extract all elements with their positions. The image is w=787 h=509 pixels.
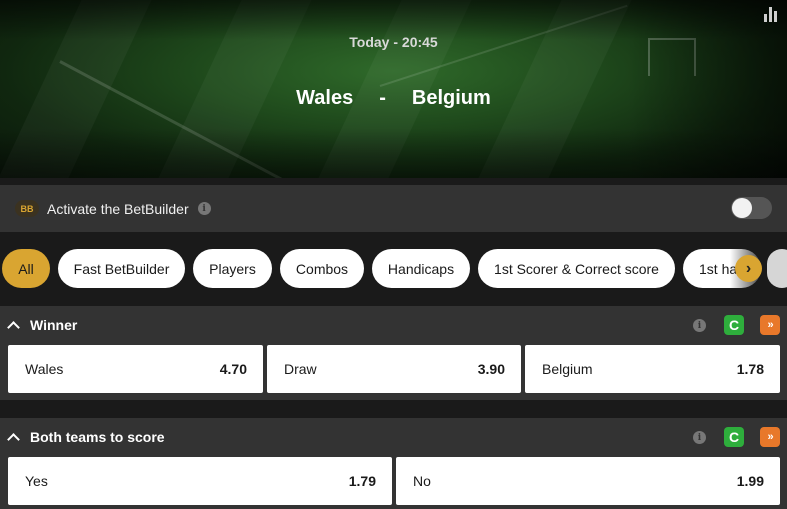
market-winner: Winner i C » Wales 4.70 Draw 3.90 Belgiu…	[0, 306, 787, 400]
odds-button[interactable]: Belgium 1.78	[525, 345, 780, 393]
betbuilder-toggle[interactable]	[731, 197, 772, 219]
market-header[interactable]: Both teams to score i C »	[0, 418, 787, 456]
toggle-knob	[732, 198, 752, 218]
market-filter-bar: All Fast BetBuilder Players Combos Handi…	[0, 240, 787, 298]
cashout-icon: C	[724, 315, 744, 335]
market-title: Both teams to score	[30, 429, 165, 445]
match-hero: Today - 20:45 Wales - Belgium	[0, 0, 787, 178]
match-teams: Wales - Belgium	[0, 87, 787, 110]
odds-button[interactable]: No 1.99	[396, 457, 780, 505]
filter-chip-all[interactable]: All	[2, 249, 50, 288]
filter-chip-fast-betbuilder[interactable]: Fast BetBuilder	[58, 249, 185, 288]
filter-chip-scorer-correct-score[interactable]: 1st Scorer & Correct score	[478, 249, 675, 288]
info-icon[interactable]: i	[197, 202, 211, 215]
match-time: Today - 20:45	[349, 34, 438, 50]
outcome-name: Wales	[25, 361, 64, 377]
filter-chip-players[interactable]: Players	[193, 249, 272, 288]
outcome-name: Draw	[284, 361, 317, 377]
odds-button[interactable]: Yes 1.79	[8, 457, 392, 505]
outcome-odds: 1.99	[736, 473, 764, 489]
market-both-teams-to-score: Both teams to score i C » Yes 1.79 No 1.…	[0, 418, 787, 509]
chevron-up-icon	[7, 433, 20, 446]
outcome-name: Yes	[25, 473, 48, 489]
betbuilder-label: Activate the BetBuilder	[47, 200, 189, 217]
info-icon[interactable]: i	[693, 319, 706, 332]
betbuilder-badge: BB	[15, 200, 39, 217]
odds-button[interactable]: Wales 4.70	[8, 345, 263, 393]
chevron-up-icon	[7, 321, 20, 334]
outcome-name: No	[413, 473, 431, 489]
outcome-odds: 1.78	[736, 361, 764, 377]
outcome-odds: 3.90	[477, 361, 505, 377]
market-header[interactable]: Winner i C »	[0, 306, 787, 344]
odds-button[interactable]: Draw 3.90	[267, 345, 521, 393]
outcome-odds: 4.70	[219, 361, 247, 377]
info-icon[interactable]: i	[693, 431, 706, 444]
boost-icon: »	[760, 427, 780, 447]
statistics-icon[interactable]	[764, 6, 778, 22]
outcome-odds: 1.79	[348, 473, 376, 489]
home-team: Wales	[296, 87, 354, 109]
cashout-icon: C	[724, 427, 744, 447]
market-title: Winner	[30, 317, 78, 333]
filter-chip-combos[interactable]: Combos	[280, 249, 364, 288]
filter-chip-partial[interactable]	[767, 249, 787, 288]
boost-icon: »	[760, 315, 780, 335]
betbuilder-bar: BB Activate the BetBuilder i	[0, 185, 787, 232]
filter-chip-handicaps[interactable]: Handicaps	[372, 249, 470, 288]
scroll-right-icon[interactable]: ›	[735, 255, 762, 282]
away-team: Belgium	[411, 87, 491, 109]
team-separator: -	[379, 87, 386, 109]
outcome-name: Belgium	[542, 361, 593, 377]
